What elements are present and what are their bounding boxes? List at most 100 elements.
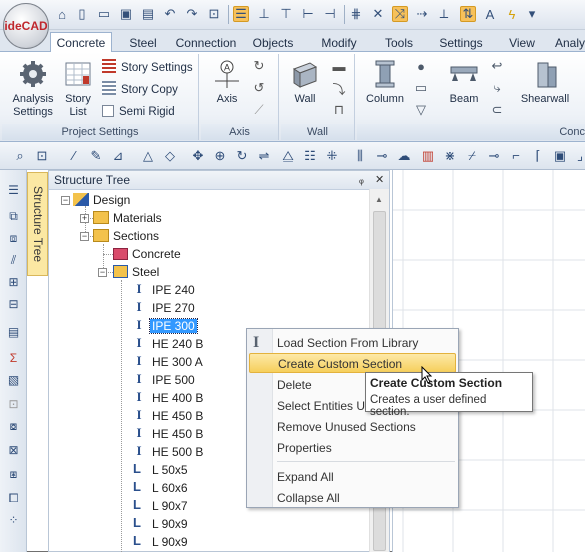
- menu-item-expand-all[interactable]: Expand All: [277, 467, 334, 487]
- tree-node-section[interactable]: IPE 240: [152, 281, 195, 299]
- tab-modify[interactable]: Modify: [306, 32, 372, 52]
- collapse-steel-icon[interactable]: −: [98, 268, 107, 277]
- chart-icon[interactable]: ▥: [420, 148, 436, 164]
- home-icon[interactable]: ⌂: [54, 6, 70, 22]
- snap-endpoint-icon[interactable]: ⊥: [256, 6, 272, 22]
- tab-view[interactable]: View: [496, 32, 548, 52]
- beam-hook-icon[interactable]: ↩: [489, 58, 505, 74]
- snap-arrow-icon[interactable]: ⇢: [414, 6, 430, 22]
- column-rect-icon[interactable]: ▭: [413, 80, 429, 96]
- render-icon[interactable]: ⧆: [5, 466, 22, 483]
- mirror-icon[interactable]: ⇌: [256, 148, 272, 164]
- move-icon[interactable]: ✥: [190, 148, 206, 164]
- menu-item-select-entities[interactable]: Select Entities Us: [277, 396, 371, 416]
- tab-analysis[interactable]: Analys: [548, 32, 585, 52]
- tree-node-section[interactable]: L 90x9: [152, 533, 188, 551]
- customize-dropdown-icon[interactable]: ▾: [524, 6, 540, 22]
- column-button[interactable]: Column: [361, 58, 409, 106]
- column-funnel-icon[interactable]: ▽: [413, 102, 429, 118]
- snap-cross-icon[interactable]: ✕: [370, 6, 386, 22]
- tree-node-section[interactable]: HE 240 B: [152, 335, 203, 353]
- wall-curve-icon[interactable]: ⤵: [331, 80, 347, 97]
- scroll-up-icon[interactable]: ▲: [375, 195, 383, 204]
- pick-icon[interactable]: ⁄: [66, 148, 82, 164]
- cloud-icon[interactable]: ☁: [396, 148, 412, 164]
- menu-item-delete[interactable]: Delete: [277, 375, 312, 395]
- snap-node-icon[interactable]: ⊣: [322, 6, 338, 22]
- tree-node-section[interactable]: HE 400 B: [152, 389, 203, 407]
- axis-arc-icon[interactable]: ↻: [251, 58, 267, 74]
- tree-node-section[interactable]: HE 500 B: [152, 443, 203, 461]
- section-icon[interactable]: Σ: [5, 350, 22, 367]
- new-file-icon[interactable]: ▯: [74, 6, 90, 22]
- shearwall-button[interactable]: Shearwall: [517, 58, 573, 106]
- grid-icon[interactable]: ⊞: [5, 274, 22, 291]
- tree-node-section[interactable]: L 50x5: [152, 461, 188, 479]
- tree-node-sections[interactable]: Sections: [93, 227, 159, 245]
- pen-icon[interactable]: ✎: [88, 148, 104, 164]
- wall-segment-icon[interactable]: ▬: [331, 58, 347, 74]
- document-icon[interactable]: ▧: [5, 372, 22, 389]
- story-list-button[interactable]: Story List: [60, 58, 96, 119]
- window-icon[interactable]: ⊡: [206, 6, 222, 22]
- snap-grid-icon[interactable]: ☰: [233, 6, 249, 22]
- axis-line-icon[interactable]: ⟋: [251, 102, 267, 118]
- story-settings-button[interactable]: Story Settings: [102, 58, 193, 78]
- chamfer-icon[interactable]: ⌈: [530, 148, 546, 164]
- story-copy-button[interactable]: Story Copy: [102, 80, 178, 100]
- zoom-icon[interactable]: ⌕: [12, 148, 28, 164]
- stairs-icon[interactable]: ⫽: [5, 252, 22, 269]
- save-icon[interactable]: ▣: [118, 6, 134, 22]
- beam-link-icon[interactable]: ⊂: [489, 102, 505, 118]
- axis-circle-icon[interactable]: ↺: [251, 80, 267, 96]
- notes-icon[interactable]: ▤: [5, 324, 22, 341]
- tab-concrete[interactable]: Concrete: [50, 32, 112, 53]
- tree-node-section[interactable]: HE 450 B: [152, 425, 203, 443]
- extend-icon[interactable]: ⊸: [374, 148, 390, 164]
- print-icon[interactable]: ▤: [140, 6, 156, 22]
- tab-steel[interactable]: Steel: [114, 32, 172, 52]
- zoom-window-icon[interactable]: ⊡: [34, 148, 50, 164]
- tab-tools[interactable]: Tools: [372, 32, 426, 52]
- tag-icon[interactable]: ⊿: [110, 148, 126, 164]
- menu-item-properties[interactable]: Properties: [277, 438, 332, 458]
- collapse-design-icon[interactable]: −: [61, 196, 70, 205]
- copy-move-icon[interactable]: ⊕: [212, 148, 228, 164]
- array-icon[interactable]: ⁜: [324, 148, 340, 164]
- snap-intersection-icon[interactable]: ⋕: [348, 6, 364, 22]
- beam-button[interactable]: Beam: [441, 58, 487, 106]
- app-logo[interactable]: ideCAD: [3, 3, 49, 49]
- wall-opening-icon[interactable]: ⊓: [331, 102, 347, 118]
- join-icon[interactable]: ⊸: [486, 148, 502, 164]
- tree-node-section[interactable]: L 90x9: [152, 515, 188, 533]
- tree-node-steel[interactable]: Steel: [113, 263, 159, 281]
- rotate-icon[interactable]: ↻: [234, 148, 250, 164]
- pin-icon[interactable]: ᵩ: [359, 171, 364, 190]
- tree-node-design[interactable]: Design: [73, 191, 130, 209]
- report-icon[interactable]: ⊟: [5, 296, 22, 313]
- undo-icon[interactable]: ↶: [162, 6, 178, 22]
- wall-button[interactable]: Wall: [285, 58, 325, 106]
- redo-icon[interactable]: ↷: [184, 6, 200, 22]
- expand-materials-icon[interactable]: +: [80, 214, 89, 223]
- tree-node-section[interactable]: L 90x7: [152, 497, 188, 515]
- snap-orthogonal-icon[interactable]: ⇅: [460, 6, 476, 22]
- tab-connection[interactable]: Connection: [172, 32, 240, 52]
- objects-icon[interactable]: ⧈: [5, 230, 22, 247]
- offset-icon[interactable]: ▣: [552, 148, 568, 164]
- tab-settings[interactable]: Settings: [426, 32, 496, 52]
- structure-tree-side-tab[interactable]: Structure Tree: [27, 172, 48, 276]
- fillet-icon[interactable]: ⌐: [508, 148, 524, 164]
- analysis-settings-button[interactable]: Analysis Settings: [6, 58, 60, 119]
- menu-item-remove-unused[interactable]: Remove Unused Sections: [277, 417, 416, 437]
- properties-panel-icon[interactable]: ☰: [5, 182, 22, 199]
- more-tools-icon[interactable]: ⌟: [572, 148, 585, 164]
- image-icon[interactable]: ⧠: [5, 490, 22, 507]
- diamond-icon[interactable]: ◇: [162, 148, 178, 164]
- close-icon[interactable]: ✕: [375, 171, 384, 190]
- export-icon[interactable]: ⊠: [5, 442, 22, 459]
- column-circle-icon[interactable]: ●: [413, 58, 429, 74]
- tree-node-materials[interactable]: Materials: [93, 209, 162, 227]
- open-folder-icon[interactable]: ▭: [96, 6, 112, 22]
- tree-node-section[interactable]: IPE 270: [152, 299, 195, 317]
